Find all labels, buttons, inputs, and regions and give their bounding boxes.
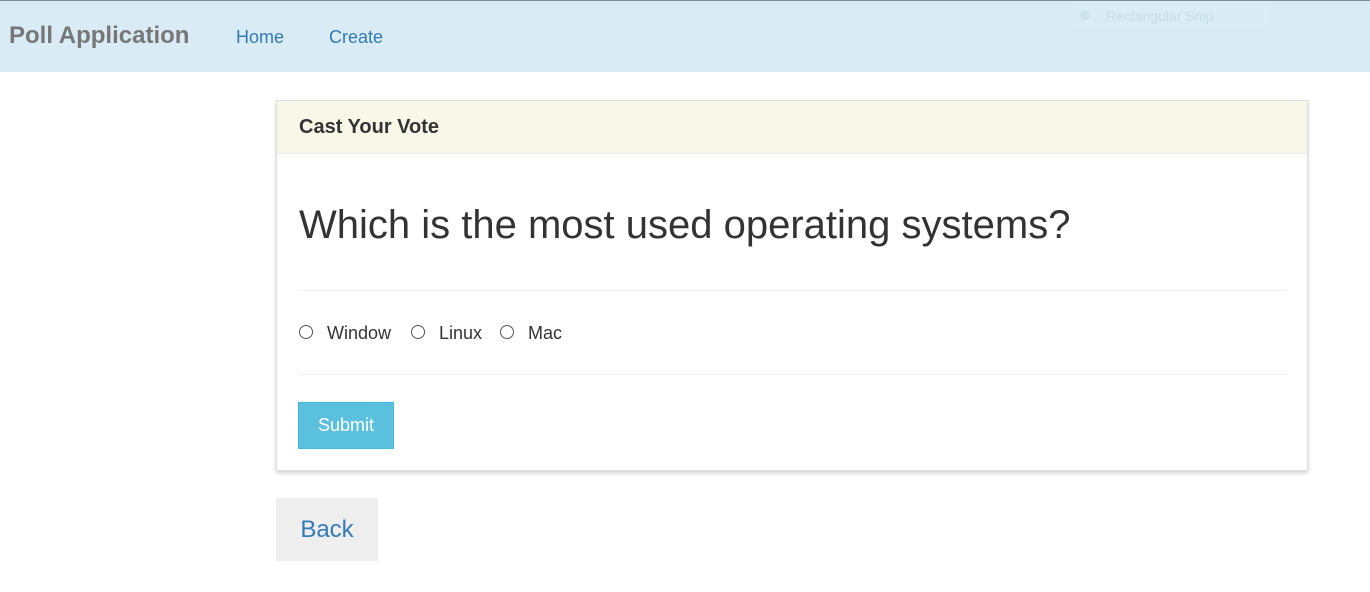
brand-logo-text[interactable]: Poll Application (9, 21, 189, 51)
panel-heading: Cast Your Vote (277, 101, 1307, 154)
option-label: Linux (439, 323, 483, 343)
back-button[interactable]: Back (276, 498, 378, 561)
nav-link-home[interactable]: Home (236, 25, 284, 49)
radio-button[interactable] (299, 325, 313, 339)
poll-question: Which is the most used operating systems… (299, 203, 1071, 247)
radio-button[interactable] (411, 325, 425, 339)
snip-overlay-label: Rectangular Snip (1106, 8, 1214, 24)
divider (299, 290, 1286, 291)
navbar: Poll Application Home Create Rectangular… (0, 0, 1370, 72)
vote-panel: Cast Your Vote Which is the most used op… (276, 100, 1308, 471)
panel-title: Cast Your Vote (299, 116, 440, 138)
snip-overlay: Rectangular Snip (1072, 5, 1270, 27)
radio-button[interactable] (500, 325, 514, 339)
option-label: Mac (528, 323, 563, 343)
divider (299, 374, 1286, 375)
snip-icon (1080, 10, 1090, 20)
nav-link-create[interactable]: Create (329, 25, 383, 49)
option-label: Window (327, 323, 392, 343)
submit-button[interactable]: Submit (298, 402, 394, 449)
